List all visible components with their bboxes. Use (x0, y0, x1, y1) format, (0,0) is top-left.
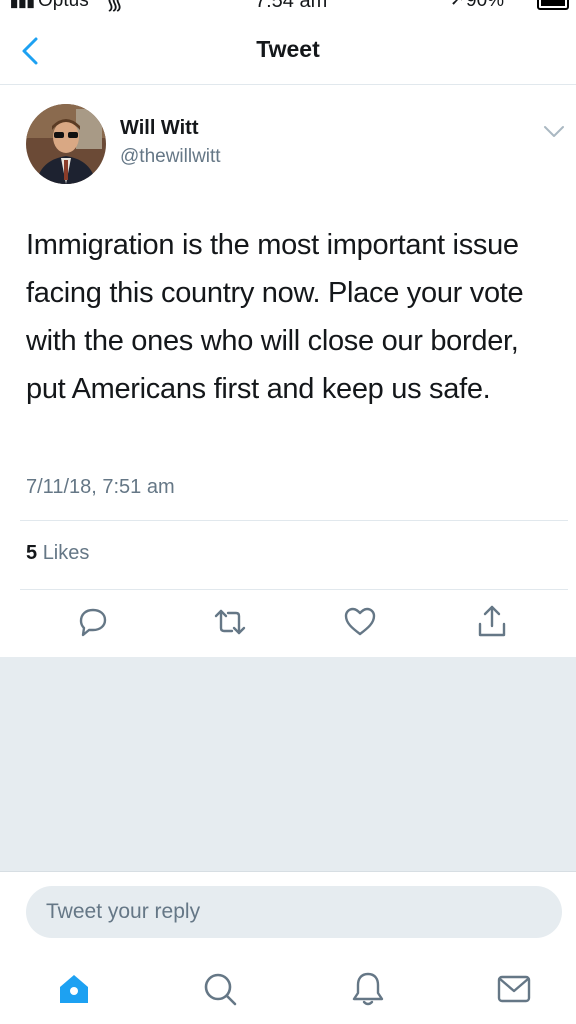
author-handle[interactable]: @thewillwitt (120, 146, 221, 168)
likes-count[interactable]: 5 Likes (26, 542, 89, 565)
avatar-image (26, 104, 106, 184)
reply-icon[interactable] (74, 604, 110, 640)
home-icon[interactable] (54, 969, 94, 1009)
reply-input[interactable]: Tweet your reply (26, 886, 562, 938)
avatar[interactable] (26, 104, 106, 184)
status-time: 7:54 am (255, 0, 328, 12)
location-icon: ➚ (450, 0, 465, 10)
reply-bar: Tweet your reply (0, 871, 576, 954)
tab-bar (0, 953, 576, 1024)
chevron-down-icon[interactable] (543, 125, 565, 139)
like-icon[interactable] (342, 604, 378, 640)
retweet-icon[interactable] (212, 604, 248, 640)
divider (20, 520, 568, 521)
search-icon[interactable] (200, 969, 240, 1009)
author-name[interactable]: Will Witt (120, 117, 199, 140)
signal-icon: ▮▮▮ (10, 0, 35, 10)
nav-bar: Tweet (0, 16, 576, 85)
battery-percent: 90% (466, 0, 505, 11)
page-title: Tweet (256, 36, 320, 62)
empty-replies-area (0, 657, 576, 871)
wifi-icon: ᯾ (106, 0, 124, 14)
tweet-timestamp: 7/11/18, 7:51 am (26, 476, 175, 498)
notifications-icon[interactable] (348, 969, 388, 1009)
carrier-label: Optus (38, 0, 89, 11)
likes-label: Likes (42, 542, 90, 564)
messages-icon[interactable] (494, 969, 534, 1009)
tweet-text: Immigration is the most important issue … (26, 229, 524, 405)
likes-number: 5 (26, 542, 38, 564)
divider (20, 589, 568, 590)
status-bar: ▮▮▮ Optus ᯾ 7:54 am ➚ 90% (0, 0, 576, 16)
battery-icon (537, 0, 569, 10)
share-icon[interactable] (474, 604, 510, 640)
